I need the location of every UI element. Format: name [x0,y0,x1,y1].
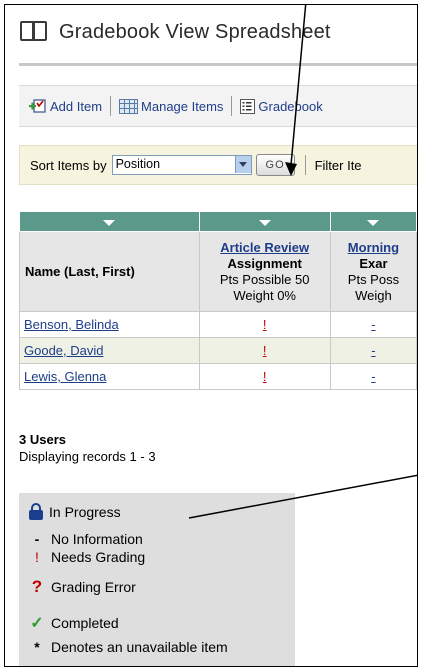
spreadsheet-grid-icon [119,98,139,114]
screenshot-frame: Gradebook View Spreadsheet Add Item Mana… [4,4,418,667]
page-title: Gradebook View Spreadsheet [59,20,331,43]
gradebook-button[interactable]: Gradebook [240,98,323,114]
name-sort-toggle[interactable] [19,211,200,232]
legend-label: Needs Grading [51,549,146,565]
legend-item-needs-grading: ! Needs Grading [29,549,145,565]
name-column-header: Name (Last, First) [19,231,200,312]
student-name-link[interactable]: Benson, Belinda [24,317,119,332]
legend-item-completed: ✓ Completed [29,613,119,633]
item-category: Assignment [227,255,302,271]
item-weight: Weight 0% [233,287,296,303]
grade-cell[interactable]: ! [198,363,331,390]
status-legend: In Progress - No Information ! Needs Gra… [19,493,295,666]
item-link[interactable]: Article Review [200,240,330,256]
records-range: Displaying records 1 - 3 [19,449,156,464]
page-header: Gradebook View Spreadsheet [19,19,331,45]
grade-cell[interactable]: - [329,311,417,338]
manage-items-button[interactable]: Manage Items [119,98,224,114]
student-name-cell: Lewis, Glenna [19,363,200,390]
student-name-cell: Goode, David [19,337,200,364]
dash-icon: - [34,531,40,547]
grade-cell[interactable]: ! [198,311,331,338]
title-divider [19,63,417,66]
column-header-row: Name (Last, First) Article Review Assign… [19,231,417,312]
sort-filter-bar: Sort Items by Position GO Filter Ite [19,145,417,185]
triangle-down-icon [103,219,116,226]
legend-item-unavailable: * Denotes an unavailable item [29,639,228,655]
student-name-cell: Benson, Belinda [19,311,200,338]
user-count: 3 Users [19,432,66,447]
column-sort-toggle[interactable] [329,211,417,232]
student-name-link[interactable]: Goode, David [24,343,104,358]
go-button[interactable]: GO [255,154,295,176]
gradebook-label: Gradebook [258,98,323,114]
question-icon: ? [31,577,43,596]
gradebook-spreadsheet: Name (Last, First) Article Review Assign… [19,211,417,390]
column-sort-row [19,211,417,232]
table-row: Lewis, Glenna ! - [19,363,417,390]
gradebook-book-icon [19,19,49,45]
legend-label: Grading Error [51,579,136,595]
checkmark-icon: ✓ [30,615,44,632]
triangle-down-icon [258,219,271,226]
add-item-button[interactable]: Add Item [29,99,102,114]
sort-items-select[interactable]: Position [111,155,252,175]
item-category: Exar [359,255,388,271]
legend-item-grading-error: ? Grading Error [29,577,136,597]
item-weight: Weigh [355,287,392,303]
filter-items-label: Filter Ite [314,157,362,173]
legend-label: No Information [51,531,143,547]
exclamation-icon: ! [35,549,39,565]
grade-cell[interactable]: - [329,363,417,390]
legend-label: Completed [51,615,119,631]
grade-cell[interactable]: ! [198,337,331,364]
lock-icon [29,503,43,520]
item-link[interactable]: Morning [331,240,415,256]
legend-label: In Progress [49,503,121,520]
gradebook-toolbar: Add Item Manage Items Gradebook [19,85,417,127]
add-item-label: Add Item [50,98,103,114]
column-header-article-review: Article Review Assignment Pts Possible 5… [198,231,331,312]
column-sort-toggle[interactable] [198,211,331,232]
legend-item-no-information: - No Information [29,531,143,547]
table-row: Goode, David ! - [19,337,417,364]
item-points: Pts Poss [347,271,400,287]
student-name-link[interactable]: Lewis, Glenna [24,369,106,384]
sort-items-label: Sort Items by [30,157,107,173]
chevron-down-icon[interactable] [234,156,251,173]
column-header-morning: Morning Exar Pts Poss Weigh [329,231,417,312]
legend-item-in-progress: In Progress [29,503,121,520]
list-icon [240,98,256,114]
sortbar-separator [304,155,306,175]
grade-cell[interactable]: - [329,337,417,364]
sort-items-value: Position [115,157,161,171]
triangle-down-icon [367,219,380,226]
toolbar-separator [110,96,112,116]
legend-label: Denotes an unavailable item [51,639,228,655]
table-row: Benson, Belinda ! - [19,311,417,338]
toolbar-separator [231,96,233,116]
asterisk-icon: * [34,639,40,655]
manage-items-label: Manage Items [141,98,224,114]
item-points: Pts Possible 50 [219,271,310,287]
add-item-icon [29,99,47,113]
